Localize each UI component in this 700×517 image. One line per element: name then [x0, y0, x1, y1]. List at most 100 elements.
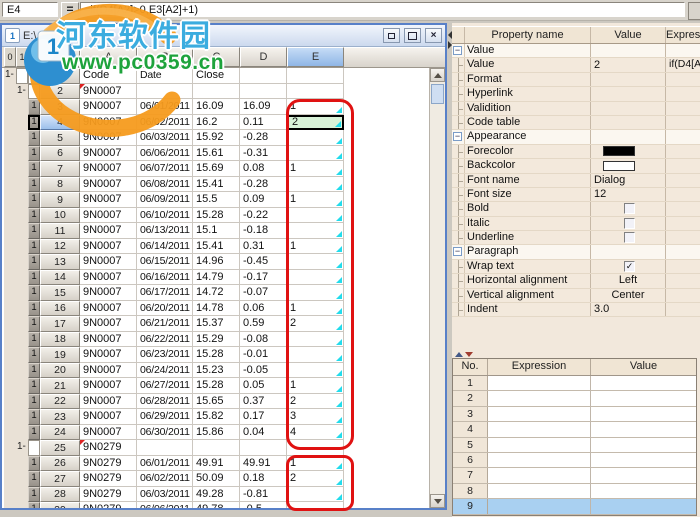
property-expression-cell[interactable]: [666, 245, 700, 258]
expression-row[interactable]: 8: [453, 484, 696, 499]
property-value-cell[interactable]: Center: [591, 289, 666, 302]
outline-cell[interactable]: 1: [28, 99, 40, 115]
cell-e12[interactable]: 1: [287, 239, 344, 255]
cell-d2[interactable]: [240, 84, 287, 100]
cell-d3[interactable]: 16.09: [240, 99, 287, 115]
cell-c7[interactable]: 15.69: [193, 161, 240, 177]
cell-d18[interactable]: -0.08: [240, 332, 287, 348]
cell-d26[interactable]: 49.91: [240, 456, 287, 472]
scroll-up-icon[interactable]: [430, 68, 445, 82]
property-row-forecolor[interactable]: Forecolor: [452, 145, 700, 159]
cell-a20[interactable]: 9N0007: [80, 363, 137, 379]
cell-a22[interactable]: 9N0007: [80, 394, 137, 410]
cell-d15[interactable]: -0.07: [240, 285, 287, 301]
cell-d1[interactable]: [240, 68, 287, 84]
row-number-button[interactable]: 8: [40, 177, 80, 193]
row-number-button[interactable]: 27: [40, 471, 80, 487]
row-number-button[interactable]: 17: [40, 316, 80, 332]
cell-e21[interactable]: 1: [287, 378, 344, 394]
outline-cell[interactable]: 1-: [16, 440, 28, 456]
row-number-button[interactable]: 21: [40, 378, 80, 394]
outline-cell[interactable]: 1: [28, 301, 40, 317]
property-row-appearance[interactable]: −Appearance: [452, 130, 700, 144]
cell-d12[interactable]: 0.31: [240, 239, 287, 255]
expression-cell[interactable]: [488, 407, 591, 421]
cell-b18[interactable]: 06/22/2011: [137, 332, 193, 348]
cell-e23[interactable]: 3: [287, 409, 344, 425]
checkbox[interactable]: [624, 203, 635, 214]
checkbox[interactable]: [624, 232, 635, 243]
property-value-cell[interactable]: Dialog: [591, 174, 666, 187]
cell-c12[interactable]: 15.41: [193, 239, 240, 255]
cell-b9[interactable]: 06/09/2011: [137, 192, 193, 208]
outline-cell[interactable]: 1: [28, 161, 40, 177]
cell-d23[interactable]: 0.17: [240, 409, 287, 425]
property-value-cell[interactable]: [591, 44, 666, 57]
property-row-italic[interactable]: Italic: [452, 217, 700, 231]
property-expression-cell[interactable]: [666, 188, 700, 201]
property-expression-cell[interactable]: [666, 303, 700, 316]
cell-c28[interactable]: 49.28: [193, 487, 240, 503]
cell-d25[interactable]: [240, 440, 287, 456]
row-number-button[interactable]: 6: [40, 146, 80, 162]
cell-b6[interactable]: 06/06/2011: [137, 146, 193, 162]
close-icon[interactable]: ×: [425, 28, 442, 43]
cell-a4[interactable]: 9N0007: [80, 115, 137, 131]
outline-cell[interactable]: 1: [28, 270, 40, 286]
cell-a10[interactable]: 9N0007: [80, 208, 137, 224]
cell-e8[interactable]: [287, 177, 344, 193]
property-row-hyperlink[interactable]: Hyperlink: [452, 87, 700, 101]
tree-collapse-toggle[interactable]: −: [452, 245, 465, 258]
cell-c15[interactable]: 14.72: [193, 285, 240, 301]
column-header-d[interactable]: D: [240, 47, 287, 67]
property-row-value[interactable]: Value2if(D4[A2]>0,E3[A2]+1): [452, 58, 700, 72]
property-row-wrap-text[interactable]: Wrap text✓: [452, 260, 700, 274]
cell-c8[interactable]: 15.41: [193, 177, 240, 193]
cell-a16[interactable]: 9N0007: [80, 301, 137, 317]
property-row-font-size[interactable]: Font size12: [452, 188, 700, 202]
property-expression-cell[interactable]: [666, 289, 700, 302]
cell-c13[interactable]: 14.96: [193, 254, 240, 270]
expression-cell[interactable]: [488, 438, 591, 452]
property-expression-cell[interactable]: [666, 44, 700, 57]
formula-bar-more-button[interactable]: [688, 2, 700, 20]
outline-cell[interactable]: 1: [28, 456, 40, 472]
cell-e11[interactable]: [287, 223, 344, 239]
property-expression-cell[interactable]: [666, 274, 700, 287]
cell-c11[interactable]: 15.1: [193, 223, 240, 239]
cell-c9[interactable]: 15.5: [193, 192, 240, 208]
cell-a28[interactable]: 9N0279: [80, 487, 137, 503]
cell-a2[interactable]: 9N0007: [80, 84, 137, 100]
row-number-button[interactable]: 9: [40, 192, 80, 208]
cell-e13[interactable]: [287, 254, 344, 270]
outline-cell[interactable]: 1: [28, 146, 40, 162]
property-row-backcolor[interactable]: Backcolor: [452, 159, 700, 173]
property-row-paragraph[interactable]: −Paragraph: [452, 245, 700, 259]
row-number-button[interactable]: 18: [40, 332, 80, 348]
property-value-cell[interactable]: [591, 217, 666, 230]
property-value-cell[interactable]: [591, 245, 666, 258]
cell-c6[interactable]: 15.61: [193, 146, 240, 162]
property-expression-cell[interactable]: [666, 174, 700, 187]
cell-e27[interactable]: 2: [287, 471, 344, 487]
property-row-value[interactable]: −Value: [452, 44, 700, 58]
expression-cell[interactable]: [488, 499, 591, 513]
row-number-button[interactable]: 23: [40, 409, 80, 425]
color-swatch[interactable]: [603, 161, 635, 171]
scroll-down-icon[interactable]: [430, 494, 445, 508]
cell-b11[interactable]: 06/13/2011: [137, 223, 193, 239]
cell-a24[interactable]: 9N0007: [80, 425, 137, 441]
cell-c22[interactable]: 15.65: [193, 394, 240, 410]
cell-e7[interactable]: 1: [287, 161, 344, 177]
cell-c16[interactable]: 14.78: [193, 301, 240, 317]
property-row-indent[interactable]: Indent3.0: [452, 303, 700, 317]
property-row-validition[interactable]: Validition: [452, 102, 700, 116]
expression-cell[interactable]: [488, 422, 591, 436]
cell-c29[interactable]: 49.78: [193, 502, 240, 508]
cell-e3[interactable]: 1: [287, 99, 344, 115]
cell-b29[interactable]: 06/06/2011: [137, 502, 193, 508]
property-value-cell[interactable]: [591, 102, 666, 115]
row-move-arrows[interactable]: [455, 352, 473, 357]
cell-c27[interactable]: 50.09: [193, 471, 240, 487]
cell-d4[interactable]: 0.11: [240, 115, 287, 131]
